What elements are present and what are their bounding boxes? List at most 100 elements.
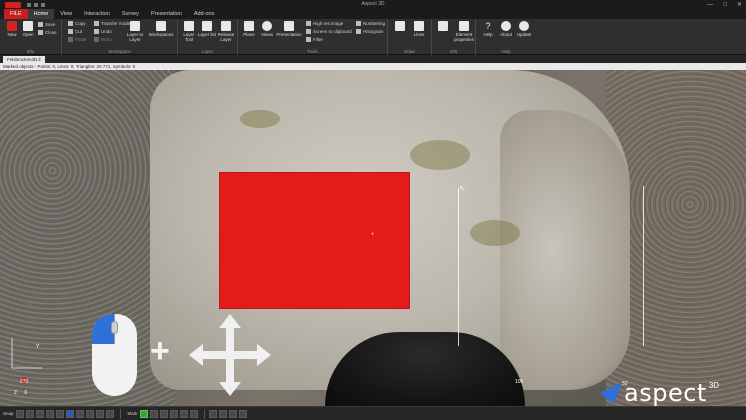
axis-label-z: Z [14,390,18,396]
presentation-button[interactable]: Presentation [276,21,302,37]
axis-label-x: X [24,390,28,396]
cut-button[interactable]: Cut [68,29,82,34]
filter-icon [306,37,311,42]
bottom-toolbar: Snap Mark [0,406,746,420]
snap-toggle-9[interactable] [95,409,104,418]
lines-icon [414,21,424,31]
paste-icon [68,37,73,42]
tab-survey[interactable]: Survey [116,9,145,19]
ribbon-group-info-2: Element properties Info [432,19,476,55]
views-button[interactable]: Views [257,21,277,37]
filter-button[interactable]: Filter [306,37,323,42]
3d-viewport[interactable]: + ↖ + Y 270 Z X 100 50 aspect 3D [0,70,746,406]
copy-icon [68,21,73,26]
update-button[interactable]: Update [514,21,534,37]
plane-icon [244,21,254,31]
ribbon-tabs: FILE Home View Interaction Survey Presen… [0,9,746,19]
lines-button[interactable]: Lines [409,21,429,37]
document-tab[interactable]: Felsbrocken3D.ll [3,56,45,63]
snap-toggle-5[interactable] [55,409,64,418]
redo-icon [94,37,99,42]
scale-label-left: 100 [515,379,524,385]
release-layer-button[interactable]: Release Layer [216,21,236,42]
tab-file[interactable]: FILE [4,9,28,19]
screen-to-clipboard-button[interactable]: Screen to clipboard [306,29,352,34]
close-doc-button[interactable]: Close [38,30,57,35]
brand-name: aspect [624,379,707,406]
paste-button[interactable]: Paste [68,37,87,42]
about-button[interactable]: About [496,21,516,37]
transfer-icon [94,21,99,26]
mark-toggle-3[interactable] [159,409,168,418]
ribbon-group-workspace: Copy Cut Paste Transfer mode Undo Redo L… [62,19,178,55]
open-button[interactable]: Open [18,21,38,37]
ribbon-group-info: New Open Save Close Info [0,19,62,55]
histogram-icon [356,29,361,34]
moss-patch [240,110,280,128]
extra-toggle-4[interactable] [238,409,247,418]
tab-interaction[interactable]: Interaction [78,9,116,19]
moss-patch [470,220,520,246]
cursor-icon: ↖ [459,184,466,193]
brand-sup: 3D [708,381,720,390]
axis-label-y: Y [36,344,40,350]
boulder-right-face [500,110,630,390]
undo-button[interactable]: Undo [94,29,112,34]
layer-tool-button[interactable]: Layer Tool [179,21,199,42]
info-tool-button[interactable] [433,21,453,32]
layer-transfer-icon [130,21,140,31]
undo-icon [94,29,99,34]
mark-toggle-6[interactable] [189,409,198,418]
tab-home[interactable]: Home [27,9,55,19]
extra-toggle-1[interactable] [208,409,217,418]
release-layer-icon [221,21,231,31]
mark-toggle-5[interactable] [179,409,188,418]
layer-list-icon [202,21,212,31]
ribbon-group-tools: Plane Views Presentation High res image … [238,19,388,55]
mark-toggle-2[interactable] [149,409,158,418]
snap-toggle-8[interactable] [85,409,94,418]
save-button[interactable]: Save [38,22,55,27]
copy-button[interactable]: Copy [68,21,86,26]
snap-toggle-7[interactable] [75,409,84,418]
tab-add-ons[interactable]: Add-ons [188,9,221,19]
plane-button[interactable]: Plane [239,21,259,37]
histogram-button[interactable]: Histogram [356,29,384,34]
mark-toggle-1[interactable] [139,409,148,418]
snap-toggle-10[interactable] [105,409,114,418]
workspaces-icon [156,21,166,31]
element-properties-button[interactable]: Element properties [452,21,476,42]
layer-list-button[interactable]: Layer list [197,21,217,37]
selection-info-bar: Marked objects - Points: 0, Lines: 0, Tr… [0,63,746,70]
draw-button[interactable] [390,21,410,32]
moss-patch [410,140,470,170]
mark-toggle-4[interactable] [169,409,178,418]
mouse-icon [92,314,137,396]
tab-view[interactable]: View [54,9,78,19]
window-title: Aspect 3D [361,1,385,7]
presentation-icon [284,21,294,31]
high-res-image-button[interactable]: High res image [306,21,343,26]
snap-toggle-1[interactable] [15,409,24,418]
minimize-button[interactable]: — [707,2,713,8]
redo-button[interactable]: Redo [94,37,112,42]
snap-toggle-6[interactable] [65,409,74,418]
layer-to-layer-button[interactable]: Layer to Layer [124,21,146,42]
clipboard-icon [306,29,311,34]
aspect-3d-logo: aspect 3D [600,379,720,406]
extra-toggle-2[interactable] [218,409,227,418]
info-tool-icon [438,21,448,31]
snap-toggle-4[interactable] [45,409,54,418]
help-button[interactable]: ? Help [478,21,498,37]
ribbon-group-draw: Lines Draw [388,19,432,55]
move-arrows-icon [189,314,271,396]
selected-triangles-region[interactable] [219,172,410,309]
close-button[interactable]: ✕ [737,1,742,8]
maximize-button[interactable]: □ [723,2,727,8]
numbering-button[interactable]: Numbering [356,21,385,26]
snap-toggle-2[interactable] [25,409,34,418]
snap-toggle-3[interactable] [35,409,44,418]
extra-toggle-3[interactable] [228,409,237,418]
workspaces-button[interactable]: Workspaces [148,21,174,37]
tab-presentation[interactable]: Presentation [145,9,188,19]
